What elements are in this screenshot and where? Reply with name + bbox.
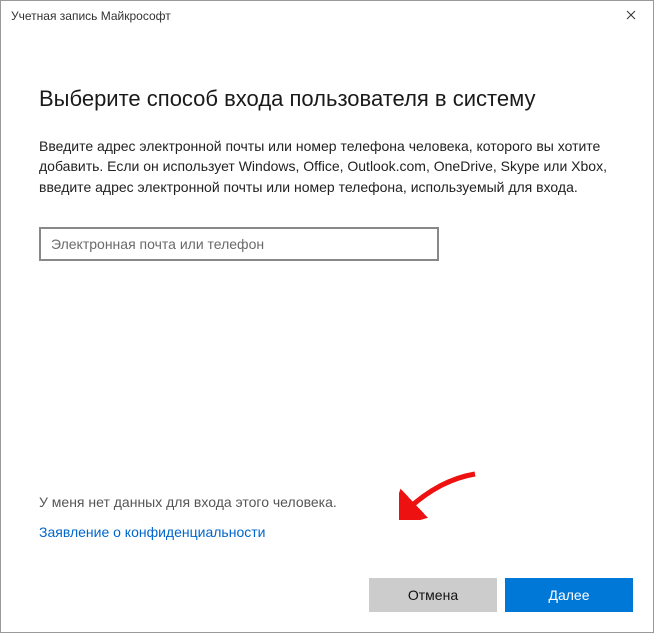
dialog-content: Выберите способ входа пользователя в сис…	[1, 31, 653, 261]
email-phone-input[interactable]	[39, 227, 439, 261]
dialog-footer: Отмена Далее	[369, 578, 633, 612]
privacy-statement-link[interactable]: Заявление о конфиденциальности	[39, 524, 265, 540]
window-title: Учетная запись Майкрософт	[11, 9, 171, 23]
no-signin-info-link[interactable]: У меня нет данных для входа этого челове…	[39, 494, 337, 510]
page-title: Выберите способ входа пользователя в сис…	[39, 86, 615, 112]
description-text: Введите адрес электронной почты или номе…	[39, 136, 615, 197]
next-button[interactable]: Далее	[505, 578, 633, 612]
close-icon	[626, 9, 636, 23]
close-button[interactable]	[608, 1, 653, 31]
cancel-button[interactable]: Отмена	[369, 578, 497, 612]
annotation-arrow-icon	[399, 470, 479, 520]
titlebar: Учетная запись Майкрософт	[1, 1, 653, 31]
